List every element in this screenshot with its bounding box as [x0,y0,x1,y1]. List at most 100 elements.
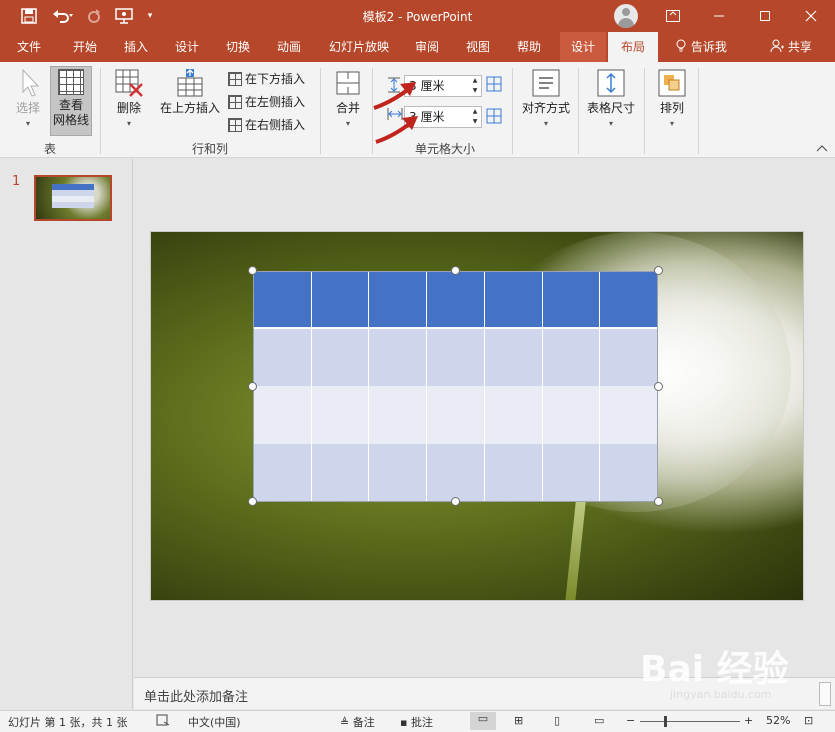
tab-design[interactable]: 设计 [164,32,210,62]
ribbon-display-icon[interactable] [656,0,690,32]
maximize-icon[interactable] [748,0,782,32]
tab-review[interactable]: 审阅 [404,32,450,62]
table-cell[interactable] [541,386,601,444]
table-cell[interactable] [426,386,485,444]
comments-button[interactable]: ▪ 批注 [400,714,433,730]
tab-transitions[interactable]: 切换 [214,32,262,62]
column-width-input[interactable]: 3 厘米 ▲ ▼ [404,106,482,128]
distribute-rows-icon[interactable] [486,76,502,95]
table-cell[interactable] [541,444,601,502]
tab-slideshow[interactable]: 幻灯片放映 [320,32,398,62]
tab-insert[interactable]: 插入 [112,32,160,62]
table-cell[interactable] [599,328,658,386]
resize-handle[interactable] [654,497,663,506]
tab-layout[interactable]: 布局 [608,32,658,62]
vertical-scrollbar[interactable] [819,682,831,706]
zoom-slider-thumb[interactable] [664,716,667,727]
table-cell[interactable] [253,444,312,502]
spinner-arrows-icon[interactable]: ▲ ▼ [469,107,481,127]
table-cell[interactable] [426,271,485,329]
insert-right-button[interactable]: 在右侧插入 [228,116,305,133]
customize-icon[interactable]: ▾ [143,6,157,26]
normal-view-icon[interactable]: ▭ [470,712,496,730]
tell-me[interactable]: 告诉我 [664,32,738,62]
merge-button[interactable]: 合并 ▾ [328,68,368,131]
view-gridlines-button[interactable]: 查看 网格线 [50,66,92,136]
table-cell[interactable] [310,444,370,502]
table-cell[interactable] [483,328,543,386]
zoom-out-icon[interactable]: − [626,714,635,727]
table-cell[interactable] [253,271,312,329]
resize-handle[interactable] [451,266,460,275]
tab-table-design[interactable]: 设计 [560,32,606,62]
spinner-arrows-icon[interactable]: ▲ ▼ [469,76,481,96]
alignment-button[interactable]: 对齐方式 ▾ [518,68,574,131]
arrange-button[interactable]: 排列 ▾ [652,68,692,131]
slide-table[interactable] [253,271,658,502]
slide-sorter-icon[interactable]: ⊞ [514,714,523,727]
slideshow-icon[interactable]: ▭ [594,714,604,727]
table-cell[interactable] [368,328,428,386]
resize-handle[interactable] [248,266,257,275]
table-cell[interactable] [310,271,370,329]
language-indicator[interactable]: 中文(中国) [188,714,241,730]
insert-above-button[interactable]: 在上方插入 [158,68,222,116]
table-cell[interactable] [368,271,428,329]
table-cell[interactable] [599,386,658,444]
resize-handle[interactable] [654,266,663,275]
insert-left-button[interactable]: 在左侧插入 [228,93,305,110]
table-cell[interactable] [541,328,601,386]
tab-view[interactable]: 视图 [454,32,502,62]
resize-handle[interactable] [248,382,257,391]
table-cell[interactable] [426,444,485,502]
user-avatar[interactable] [614,4,638,28]
table-cell[interactable] [483,386,543,444]
minimize-icon[interactable] [702,0,736,32]
slide-thumbnail[interactable] [34,175,112,221]
table-cell[interactable] [310,328,370,386]
row-height-input[interactable]: 3 厘米 ▲ ▼ [404,75,482,97]
table-cell[interactable] [483,271,543,329]
resize-handle[interactable] [654,382,663,391]
present-icon[interactable] [112,6,136,26]
group-divider [644,68,645,154]
insert-above-icon [158,68,222,98]
select-button[interactable]: 选择 ▾ [8,68,48,131]
table-cell[interactable] [368,386,428,444]
zoom-in-icon[interactable]: + [744,714,753,727]
tab-home[interactable]: 开始 [60,32,110,62]
reading-view-icon[interactable]: ▯ [554,714,560,727]
save-icon[interactable] [18,6,40,26]
table-cell[interactable] [426,328,485,386]
notes-button[interactable]: ≜ 备注 [340,714,375,730]
table-cell[interactable] [368,444,428,502]
insert-below-button[interactable]: 在下方插入 [228,70,305,87]
table-cell[interactable] [599,444,658,502]
table-cell[interactable] [253,386,312,444]
delete-button[interactable]: 删除 ▾ [108,68,150,131]
redo-icon[interactable] [84,6,104,26]
dropdown-caret-icon: ▾ [345,119,350,128]
fit-to-window-icon[interactable]: ⊡ [804,714,813,727]
resize-handle[interactable] [248,497,257,506]
undo-icon[interactable] [48,6,78,26]
zoom-slider[interactable] [640,721,740,722]
zoom-level[interactable]: 52% [766,714,790,727]
table-cell[interactable] [483,444,543,502]
collapse-ribbon-icon[interactable] [816,144,828,155]
tab-animations[interactable]: 动画 [266,32,312,62]
table-cell[interactable] [541,271,601,329]
distribute-columns-icon[interactable] [486,108,502,127]
tab-file[interactable]: 文件 [6,32,52,62]
share-button[interactable]: 共享 [760,32,822,62]
resize-handle[interactable] [451,497,460,506]
table-size-button[interactable]: 表格尺寸 ▾ [584,68,638,131]
table-cell[interactable] [253,328,312,386]
close-icon[interactable] [794,0,828,32]
table-cell[interactable] [599,271,658,329]
tab-help[interactable]: 帮助 [506,32,552,62]
table-cell[interactable] [310,386,370,444]
spellcheck-icon[interactable] [156,714,170,729]
group-divider [320,68,321,154]
ribbon-tabs: 文件 开始 插入 设计 切换 动画 幻灯片放映 审阅 视图 帮助 设计 布局 告… [0,32,835,62]
